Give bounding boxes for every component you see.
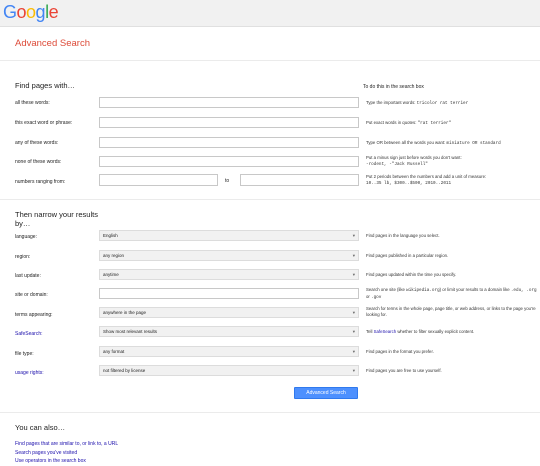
chevron-down-icon: ▾	[352, 272, 355, 277]
numbers-range-hint: Put 2 periods between the numbers and ad…	[366, 174, 487, 186]
chevron-down-icon: ▾	[352, 310, 355, 315]
divider	[0, 199, 540, 200]
visited-pages-link[interactable]: Search pages you've visited	[15, 450, 77, 457]
region-label: region:	[15, 254, 31, 260]
none-words-hint: Put a minus sign just before words you d…	[366, 155, 462, 167]
terms-appearing-label: terms appearing:	[15, 312, 53, 318]
any-words-hint: Type OR between all the words you want: …	[366, 140, 501, 146]
column-heading: To do this in the search box	[363, 84, 424, 90]
file-type-select[interactable]: any format ▾	[99, 346, 359, 357]
safesearch-link[interactable]: SafeSearch:	[15, 330, 43, 338]
page-title: Advanced Search	[15, 38, 90, 49]
divider	[0, 412, 540, 413]
terms-appearing-select[interactable]: anywhere in the page ▾	[99, 307, 359, 318]
logo-letter: e	[48, 2, 59, 22]
safesearch-hint-link[interactable]: SafeSearch	[374, 329, 396, 334]
exact-phrase-hint: Put exact words in quotes: "rat terrier"	[366, 120, 452, 126]
safesearch-hint: Tell SafeSearch whether to filter sexual…	[366, 329, 475, 334]
last-update-hint: Find pages updated within the time you s…	[366, 272, 457, 277]
file-type-label: file type:	[15, 351, 34, 357]
region-hint: Find pages published in a particular reg…	[366, 253, 449, 258]
any-words-label: any of these words:	[15, 140, 59, 146]
logo-letter: G	[3, 2, 17, 22]
usage-rights-hint: Find pages you are free to use yourself.	[366, 368, 442, 373]
chevron-down-icon: ▾	[352, 329, 355, 334]
find-pages-heading: Find pages with…	[15, 81, 76, 90]
all-words-input[interactable]	[99, 97, 359, 108]
top-bar: Google	[0, 0, 540, 27]
narrow-results-heading: Then narrow your results by…	[15, 210, 98, 228]
usage-rights-select[interactable]: not filtered by license ▾	[99, 365, 359, 376]
number-to-input[interactable]	[240, 174, 359, 186]
you-can-also-heading: You can also…	[15, 423, 66, 432]
advanced-search-button[interactable]: Advanced Search	[294, 387, 358, 399]
all-words-label: all these words:	[15, 100, 50, 106]
numbers-range-label: numbers ranging from:	[15, 179, 66, 185]
all-words-hint: Type the important words: tricolor rat t…	[366, 100, 469, 106]
to-label: to	[225, 178, 230, 184]
operators-link[interactable]: Use operators in the search box	[15, 458, 86, 465]
terms-appearing-hint: Search for terms in the whole page, page…	[366, 306, 536, 317]
none-words-label: none of these words:	[15, 159, 62, 165]
safesearch-select[interactable]: Show most relevant results ▾	[99, 326, 359, 337]
chevron-down-icon: ▾	[352, 368, 355, 373]
site-domain-label: site or domain:	[15, 292, 48, 298]
divider	[0, 60, 540, 61]
logo-letter: o	[26, 2, 36, 22]
file-type-hint: Find pages in the format you prefer.	[366, 349, 434, 354]
exact-phrase-input[interactable]	[99, 117, 359, 128]
google-logo[interactable]: Google	[3, 2, 59, 22]
site-domain-hint: Search one site (like wikipedia.org) or …	[366, 287, 537, 300]
language-label: language:	[15, 234, 37, 240]
chevron-down-icon: ▾	[352, 233, 355, 238]
logo-letter: o	[16, 2, 27, 22]
logo-letter: g	[35, 2, 46, 22]
any-words-input[interactable]	[99, 137, 359, 148]
chevron-down-icon: ▾	[352, 349, 355, 354]
last-update-label: last update:	[15, 273, 41, 279]
usage-rights-link[interactable]: usage rights:	[15, 369, 44, 377]
region-select[interactable]: any region ▾	[99, 250, 359, 261]
similar-pages-link[interactable]: Find pages that are similar to, or link …	[15, 441, 118, 448]
exact-phrase-label: this exact word or phrase:	[15, 120, 73, 126]
last-update-select[interactable]: anytime ▾	[99, 269, 359, 280]
language-select[interactable]: English ▾	[99, 230, 359, 241]
none-words-input[interactable]	[99, 156, 359, 167]
site-domain-input[interactable]	[99, 288, 359, 299]
number-from-input[interactable]	[99, 174, 218, 186]
language-hint: Find pages in the language you select.	[366, 233, 440, 238]
chevron-down-icon: ▾	[352, 253, 355, 258]
